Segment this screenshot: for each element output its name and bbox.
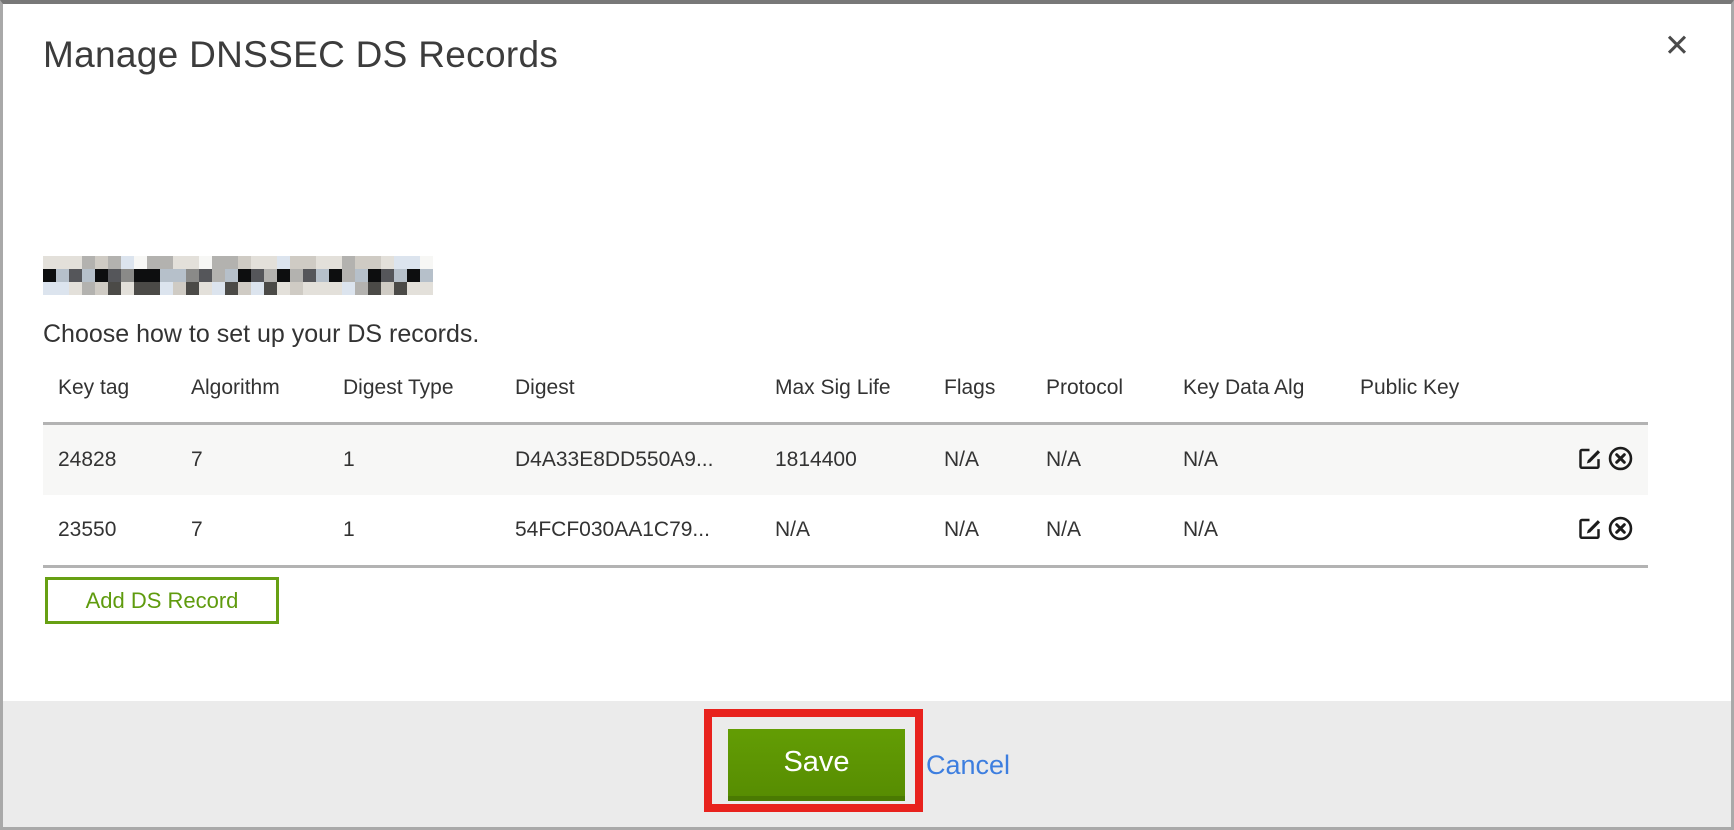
cell-max-sig-life: 1814400 (775, 448, 944, 472)
cell-key-data-alg: N/A (1183, 448, 1360, 472)
table-header-row: Key tag Algorithm Digest Type Digest Max… (43, 376, 1648, 422)
cell-digest-type: 1 (343, 518, 515, 542)
col-header-flags: Flags (944, 376, 1046, 400)
col-header-digest-type: Digest Type (343, 376, 515, 400)
cell-flags: N/A (944, 448, 1046, 472)
delete-record-button[interactable] (1606, 446, 1635, 475)
page-title: Manage DNSSEC DS Records (43, 34, 558, 76)
intro-text: Choose how to set up your DS records. (43, 320, 479, 349)
cell-protocol: N/A (1046, 518, 1183, 542)
cell-digest-type: 1 (343, 448, 515, 472)
row-actions (1528, 446, 1648, 475)
table-row: 23550 7 1 54FCF030AA1C79... N/A N/A N/A … (43, 495, 1648, 565)
col-header-key-data-alg: Key Data Alg (1183, 376, 1360, 400)
cell-max-sig-life: N/A (775, 518, 944, 542)
table-body: 24828 7 1 D4A33E8DD550A9... 1814400 N/A … (43, 422, 1648, 568)
manage-dnssec-dialog: Manage DNSSEC DS Records ✕ Choose how to… (0, 0, 1734, 830)
col-header-algorithm: Algorithm (191, 376, 343, 400)
col-header-public-key: Public Key (1360, 376, 1528, 400)
col-header-digest: Digest (515, 376, 775, 400)
cell-flags: N/A (944, 518, 1046, 542)
cell-algorithm: 7 (191, 518, 343, 542)
table-row: 24828 7 1 D4A33E8DD550A9... 1814400 N/A … (43, 425, 1648, 495)
col-header-max-sig-life: Max Sig Life (775, 376, 944, 400)
cell-key-tag: 24828 (43, 448, 191, 472)
cell-digest: 54FCF030AA1C79... (515, 518, 775, 542)
ds-records-table: Key tag Algorithm Digest Type Digest Max… (43, 376, 1648, 568)
cancel-link[interactable]: Cancel (926, 750, 1010, 781)
col-header-key-tag: Key tag (43, 376, 191, 400)
cell-key-data-alg: N/A (1183, 518, 1360, 542)
edit-record-button[interactable] (1575, 516, 1604, 545)
close-icon: ✕ (1664, 28, 1690, 64)
delete-record-button[interactable] (1606, 516, 1635, 545)
edit-icon (1576, 516, 1603, 545)
cell-algorithm: 7 (191, 448, 343, 472)
cell-protocol: N/A (1046, 448, 1183, 472)
edit-record-button[interactable] (1575, 446, 1604, 475)
row-actions (1528, 516, 1648, 545)
edit-icon (1576, 446, 1603, 475)
cell-digest: D4A33E8DD550A9... (515, 448, 775, 472)
cell-key-tag: 23550 (43, 518, 191, 542)
close-button[interactable]: ✕ (1655, 24, 1699, 68)
col-header-protocol: Protocol (1046, 376, 1183, 400)
domain-name-redacted (43, 256, 433, 295)
add-ds-record-button[interactable]: Add DS Record (45, 577, 279, 624)
save-button[interactable]: Save (728, 729, 905, 801)
delete-icon (1607, 516, 1634, 545)
delete-icon (1607, 446, 1634, 475)
